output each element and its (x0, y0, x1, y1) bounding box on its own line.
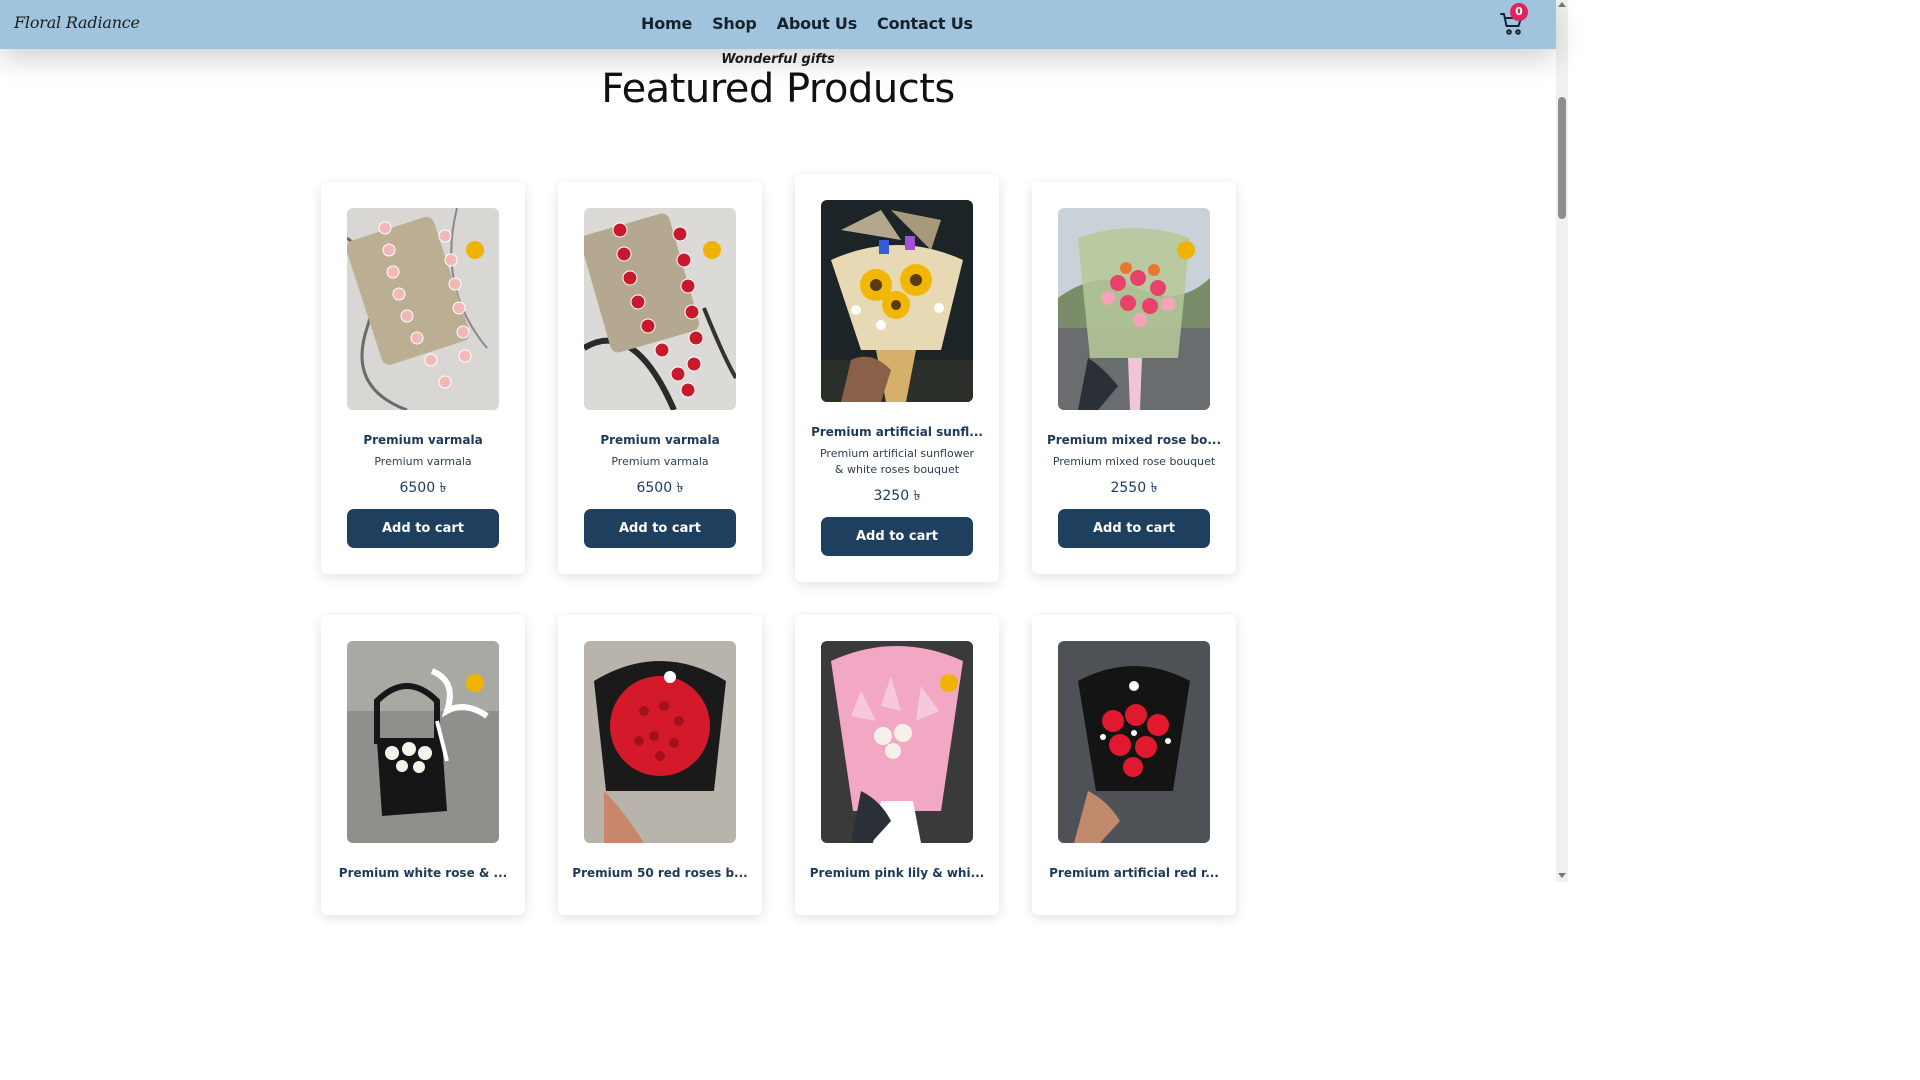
product-title[interactable]: Premium artificial sunfl... (805, 425, 989, 439)
nav-shop[interactable]: Shop (712, 14, 757, 33)
product-image[interactable] (821, 641, 973, 843)
product-price: 2550 ৳ (1110, 480, 1158, 496)
nav-about[interactable]: About Us (777, 14, 858, 33)
add-to-cart-button[interactable]: Add to cart (1058, 509, 1210, 548)
product-image[interactable] (347, 208, 499, 410)
product-image[interactable] (347, 641, 499, 843)
add-to-cart-button[interactable]: Add to cart (347, 509, 499, 548)
product-price: 3250 ৳ (873, 488, 921, 504)
add-to-cart-button[interactable]: Add to cart (821, 517, 973, 556)
product-card[interactable]: Premium mixed rose bo... Premium mixed r… (1032, 182, 1236, 574)
product-image[interactable] (821, 200, 973, 402)
nav-contact[interactable]: Contact Us (877, 14, 973, 33)
product-title[interactable]: Premium varmala (568, 433, 752, 447)
product-image[interactable] (1058, 208, 1210, 410)
product-description: Premium varmala (611, 455, 709, 468)
product-card[interactable]: Premium white rose & ... (321, 615, 525, 915)
product-image[interactable] (584, 641, 736, 843)
scroll-down-arrow-icon[interactable] (1558, 873, 1566, 878)
product-price: 6500 ৳ (399, 480, 447, 496)
product-card[interactable]: Premium varmala Premium varmala 6500 ৳ A… (321, 182, 525, 574)
product-card[interactable]: Premium varmala Premium varmala 6500 ৳ A… (558, 182, 762, 574)
navbar: Floral Radiance Home Shop About Us Conta… (0, 0, 1556, 49)
product-description: Premium mixed rose bouquet (1052, 455, 1216, 468)
cart-count-badge: 0 (1510, 3, 1528, 21)
section-eyebrow: Wonderful gifts (721, 52, 835, 67)
nav-home[interactable]: Home (641, 14, 692, 33)
product-title[interactable]: Premium 50 red roses b... (568, 866, 752, 880)
product-description: Premium varmala (374, 455, 472, 468)
scrollbar-thumb[interactable] (1558, 97, 1566, 219)
product-title[interactable]: Premium artificial red r... (1042, 866, 1226, 880)
product-card[interactable]: Premium 50 red roses b... (558, 615, 762, 915)
add-to-cart-button[interactable]: Add to cart (584, 509, 736, 548)
product-title[interactable]: Premium varmala (331, 433, 515, 447)
product-card[interactable]: Premium pink lily & whi... (795, 615, 999, 915)
product-image[interactable] (1058, 641, 1210, 843)
product-title[interactable]: Premium mixed rose bo... (1042, 433, 1226, 447)
product-card[interactable]: Premium artificial sunfl... Premium arti… (795, 174, 999, 582)
product-price: 6500 ৳ (636, 480, 684, 496)
brand-logo[interactable]: Floral Radiance (14, 13, 140, 32)
product-image[interactable] (584, 208, 736, 410)
product-description: Premium artificial sunflower & white ros… (819, 447, 975, 476)
product-card[interactable]: Premium artificial red r... (1032, 615, 1236, 915)
product-title[interactable]: Premium pink lily & whi... (805, 866, 989, 880)
product-title[interactable]: Premium white rose & ... (331, 866, 515, 880)
nav-links: Home Shop About Us Contact Us (641, 14, 993, 33)
section-title: Featured Products (601, 66, 955, 112)
scroll-up-arrow-icon[interactable] (1558, 2, 1566, 7)
